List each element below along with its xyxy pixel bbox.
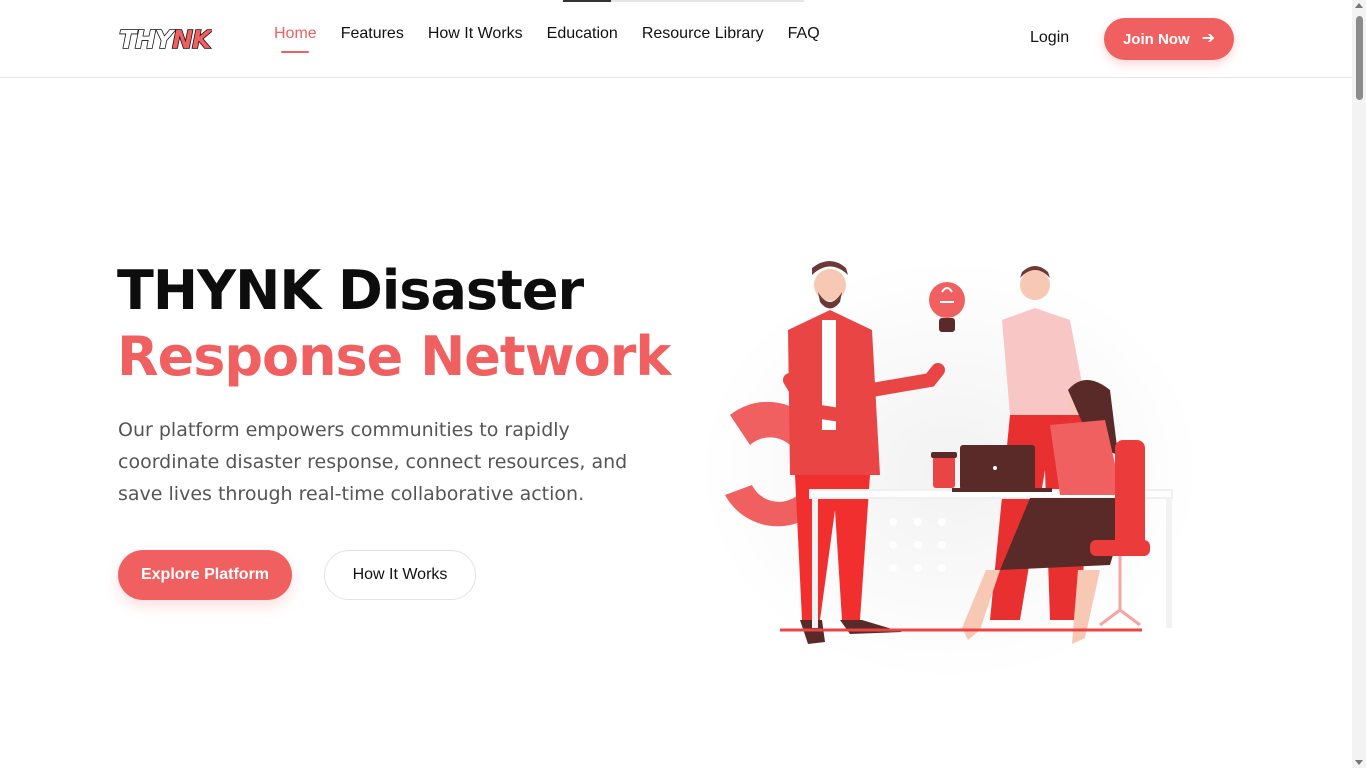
login-link[interactable]: Login	[1030, 29, 1069, 47]
scroll-progress-fill	[563, 0, 611, 2]
logo-graphic: THYNK	[118, 24, 212, 55]
join-now-button[interactable]: Join Now ➔	[1104, 18, 1234, 60]
scroll-down-icon[interactable]	[1355, 760, 1363, 765]
nav-faq[interactable]: FAQ	[776, 25, 832, 43]
scroll-thumb[interactable]	[1356, 16, 1363, 100]
hero-title-line2: Response Network	[117, 325, 671, 388]
nav-home[interactable]: Home	[262, 25, 329, 43]
arrow-right-icon: ➔	[1201, 30, 1216, 47]
hero-title: THYNK Disaster Response Network	[117, 258, 671, 390]
explore-platform-button[interactable]: Explore Platform	[118, 550, 292, 600]
nav-education[interactable]: Education	[535, 25, 630, 43]
how-it-works-button[interactable]: How It Works	[324, 550, 476, 600]
hero-title-line1: THYNK Disaster	[117, 259, 584, 322]
scroll-progress-bar	[563, 0, 804, 2]
nav-how-it-works[interactable]: How It Works	[416, 25, 535, 43]
team-collaboration-illustration	[690, 240, 1210, 680]
thynk-logo[interactable]: THYNK	[117, 20, 212, 56]
page-scrollbar[interactable]	[1352, 0, 1366, 768]
illustration-graphic	[700, 260, 1200, 680]
site-header: THYNK Home Features How It Works Educati…	[0, 0, 1352, 78]
nav-resource-library[interactable]: Resource Library	[630, 25, 776, 43]
main-nav: Home Features How It Works Education Res…	[262, 0, 832, 78]
join-now-label: Join Now	[1122, 30, 1190, 48]
svg-text:THYNK: THYNK	[119, 25, 212, 54]
hero-description: Our platform empowers communities to rap…	[118, 419, 628, 505]
scroll-up-icon[interactable]	[1355, 3, 1363, 8]
nav-features[interactable]: Features	[329, 25, 416, 43]
